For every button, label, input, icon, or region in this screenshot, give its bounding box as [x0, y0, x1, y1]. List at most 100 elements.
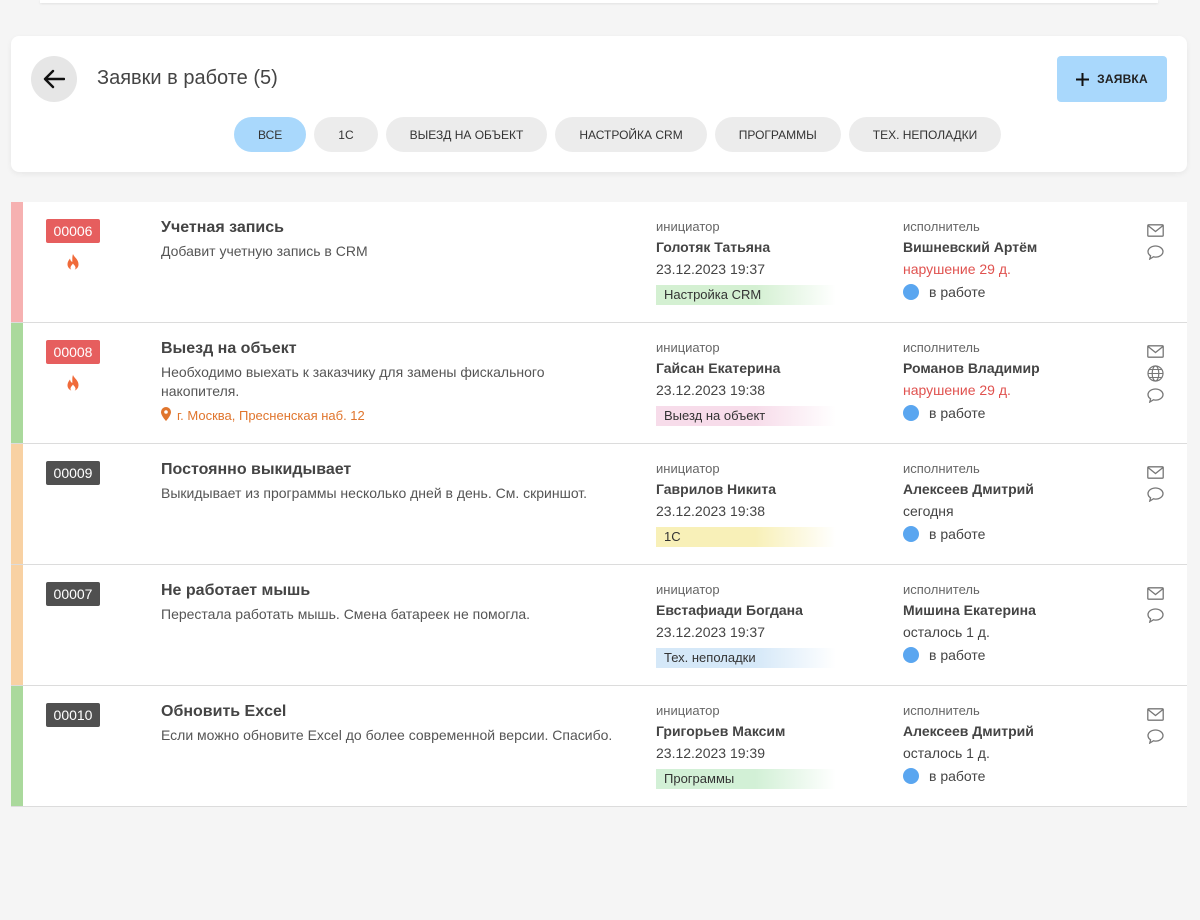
- mail-icon[interactable]: [1146, 343, 1164, 360]
- header-card: Заявки в работе (5) ЗАЯВКА ВСЕ 1С ВЫЕЗД НА…: [11, 36, 1187, 172]
- add-ticket-button[interactable]: ЗАЯВКА: [1057, 56, 1167, 102]
- created-date: 23.12.2023 19:39: [656, 745, 765, 761]
- ticket-list: 00006 Учетная запись Добавит учетную запис…: [11, 202, 1187, 807]
- ticket-row[interactable]: 00008 Выезд на объект Необходимо выехать к…: [11, 323, 1187, 444]
- status-indicator: в работе: [903, 647, 985, 663]
- ticket-title[interactable]: Не работает мышь: [161, 582, 310, 600]
- ticket-id-badge[interactable]: 00006: [46, 219, 100, 243]
- status-text: в работе: [929, 284, 986, 300]
- filter-chip[interactable]: ВЫЕЗД НА ОБЪЕКТ: [385, 117, 548, 152]
- ticket-row[interactable]: 00006 Учетная запись Добавит учетную запис…: [11, 202, 1187, 323]
- ticket-row[interactable]: 00007 Не работает мышь Перестала работать …: [11, 565, 1187, 686]
- globe-icon[interactable]: [1146, 365, 1164, 382]
- created-date: 23.12.2023 19:38: [656, 503, 765, 519]
- initiator-name: Гаврилов Никита: [656, 481, 777, 497]
- initiator-label: инициатор: [656, 219, 720, 234]
- ticket-id-badge[interactable]: 00010: [46, 703, 100, 727]
- filter-chips: ВСЕ 1С ВЫЕЗД НА ОБЪЕКТ НАСТРОЙКА CRM ПРОГРАМ…: [234, 117, 1002, 152]
- filter-chip[interactable]: 1С: [314, 117, 378, 152]
- comment-icon[interactable]: [1146, 607, 1164, 624]
- category-tag[interactable]: Выезд на объект: [656, 406, 836, 426]
- status-dot: [903, 405, 919, 421]
- comment-icon[interactable]: [1146, 387, 1164, 404]
- mail-icon[interactable]: [1146, 706, 1164, 723]
- status-dot: [903, 647, 919, 663]
- filter-chip[interactable]: ТЕХ. НЕПОЛАДКИ: [848, 117, 1002, 152]
- row-actions: [1146, 343, 1164, 404]
- back-button[interactable]: [31, 56, 77, 102]
- comment-icon[interactable]: [1146, 728, 1164, 745]
- priority-stripe: [11, 686, 23, 806]
- initiator-label: инициатор: [656, 340, 720, 355]
- executor-name: Романов Владимир: [903, 360, 1040, 376]
- status-text: в работе: [929, 768, 986, 784]
- mail-icon[interactable]: [1146, 585, 1164, 602]
- top-strip: [40, 0, 1158, 3]
- filter-chip[interactable]: ВСЕ: [234, 117, 307, 152]
- ticket-address[interactable]: г. Москва, Пресненская наб. 12: [161, 407, 365, 424]
- ticket-description: Если можно обновите Excel до более совре…: [161, 727, 613, 743]
- ticket-title[interactable]: Учетная запись: [161, 219, 284, 237]
- initiator-name: Григорьев Максим: [656, 723, 786, 739]
- executor-name: Алексеев Дмитрий: [903, 723, 1034, 739]
- initiator-label: инициатор: [656, 582, 720, 597]
- executor-label: исполнитель: [903, 340, 980, 355]
- executor-name: Вишневский Артём: [903, 239, 1038, 255]
- executor-label: исполнитель: [903, 582, 980, 597]
- status-indicator: в работе: [903, 526, 985, 542]
- category-tag[interactable]: Настройка CRM: [656, 285, 836, 305]
- row-actions: [1146, 464, 1164, 503]
- location-pin-icon: [161, 407, 171, 424]
- status-text: в работе: [929, 647, 986, 663]
- created-date: 23.12.2023 19:37: [656, 624, 765, 640]
- deadline-text: нарушение 29 д.: [903, 261, 1011, 277]
- category-tag[interactable]: Тех. неполадки: [656, 648, 836, 668]
- priority-stripe: [11, 565, 23, 685]
- plus-icon: [1076, 72, 1090, 86]
- deadline-text: нарушение 29 д.: [903, 382, 1011, 398]
- executor-name: Алексеев Дмитрий: [903, 481, 1034, 497]
- initiator-name: Голотяк Татьяна: [656, 239, 771, 255]
- ticket-description: Добавит учетную запись в CRM: [161, 243, 368, 259]
- deadline-text: сегодня: [903, 503, 954, 519]
- status-indicator: в работе: [903, 768, 985, 784]
- fire-icon: [64, 374, 82, 394]
- created-date: 23.12.2023 19:38: [656, 382, 765, 398]
- ticket-row[interactable]: 00009 Постоянно выкидывает Выкидывает из п…: [11, 444, 1187, 565]
- initiator-name: Гайсан Екатерина: [656, 360, 781, 376]
- mail-icon[interactable]: [1146, 222, 1164, 239]
- ticket-description: Выкидывает из программы несколько дней в…: [161, 485, 588, 501]
- ticket-title[interactable]: Постоянно выкидывает: [161, 461, 351, 479]
- ticket-id-badge[interactable]: 00007: [46, 582, 100, 606]
- ticket-row[interactable]: 00010 Обновить Excel Если можно обновите E…: [11, 686, 1187, 807]
- fire-icon: [64, 253, 82, 273]
- deadline-text: осталось 1 д.: [903, 624, 990, 640]
- status-text: в работе: [929, 526, 986, 542]
- ticket-title[interactable]: Обновить Excel: [161, 703, 286, 721]
- page-title: Заявки в работе (5): [97, 67, 278, 89]
- arrow-left-icon: [43, 69, 65, 89]
- initiator-label: инициатор: [656, 703, 720, 718]
- initiator-name: Евстафиади Богдана: [656, 602, 803, 618]
- status-indicator: в работе: [903, 284, 985, 300]
- category-tag[interactable]: 1С: [656, 527, 836, 547]
- row-actions: [1146, 706, 1164, 745]
- executor-name: Мишина Екатерина: [903, 602, 1036, 618]
- priority-stripe: [11, 202, 23, 322]
- initiator-label: инициатор: [656, 461, 720, 476]
- add-ticket-label: ЗАЯВКА: [1097, 72, 1148, 86]
- mail-icon[interactable]: [1146, 464, 1164, 481]
- category-tag[interactable]: Программы: [656, 769, 836, 789]
- ticket-id-badge[interactable]: 00009: [46, 461, 100, 485]
- ticket-description: Перестала работать мышь. Смена батареек …: [161, 606, 531, 622]
- ticket-id-badge[interactable]: 00008: [46, 340, 100, 364]
- executor-label: исполнитель: [903, 461, 980, 476]
- status-dot: [903, 284, 919, 300]
- status-dot: [903, 768, 919, 784]
- filter-chip[interactable]: ПРОГРАММЫ: [714, 117, 841, 152]
- row-actions: [1146, 585, 1164, 624]
- comment-icon[interactable]: [1146, 244, 1164, 261]
- ticket-title[interactable]: Выезд на объект: [161, 340, 297, 358]
- filter-chip[interactable]: НАСТРОЙКА CRM: [555, 117, 707, 152]
- comment-icon[interactable]: [1146, 486, 1164, 503]
